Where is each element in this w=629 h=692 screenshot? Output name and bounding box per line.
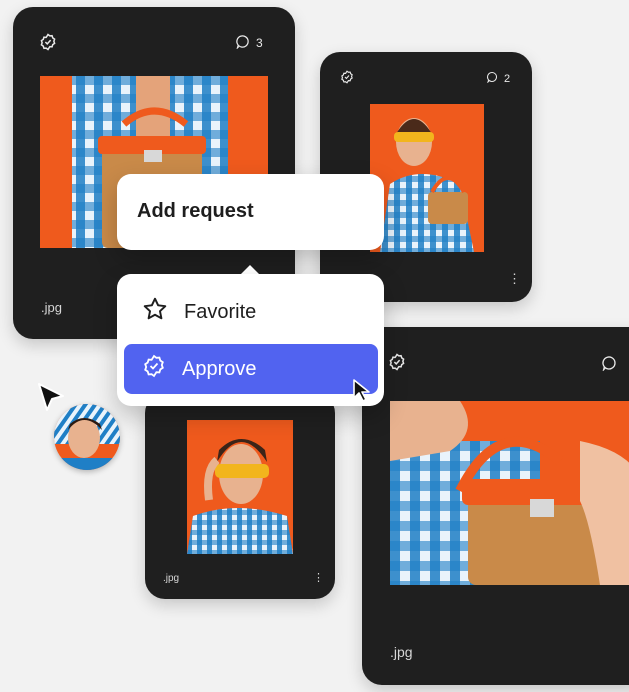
collaborator-avatar	[54, 404, 120, 470]
menu-item-favorite[interactable]: Favorite	[124, 286, 378, 338]
star-icon	[142, 296, 168, 328]
asset-photo	[187, 420, 293, 554]
asset-photo	[370, 104, 484, 252]
comment-icon	[235, 34, 250, 52]
comment-count: 2	[504, 72, 511, 85]
approved-badge-icon	[39, 33, 57, 56]
comment-icon	[486, 71, 498, 86]
add-request-label[interactable]: Add request	[137, 200, 254, 223]
file-extension: .jpg	[163, 573, 180, 584]
mouse-cursor-icon	[352, 378, 374, 407]
add-request-popup[interactable]: Add request	[117, 174, 384, 250]
comment-icon	[601, 355, 617, 376]
favorite-label: Favorite	[184, 300, 257, 323]
asset-card-4[interactable]: .jpg	[362, 327, 629, 685]
approve-badge-icon	[142, 354, 166, 384]
review-menu: Favorite Approve	[117, 274, 384, 406]
menu-item-approve[interactable]: Approve	[124, 344, 378, 394]
approve-label: Approve	[182, 357, 257, 380]
approved-badge-icon	[340, 70, 354, 89]
more-options-icon[interactable]: ⋮	[313, 573, 324, 584]
comment-count: 3	[256, 36, 263, 50]
asset-photo	[390, 401, 629, 585]
file-extension: .jpg	[390, 644, 413, 660]
asset-card-3[interactable]: .jpg ⋮	[145, 393, 335, 599]
more-options-icon[interactable]: ⋮	[508, 272, 521, 285]
file-extension: .jpg	[41, 300, 62, 315]
approved-badge-icon	[388, 353, 406, 376]
